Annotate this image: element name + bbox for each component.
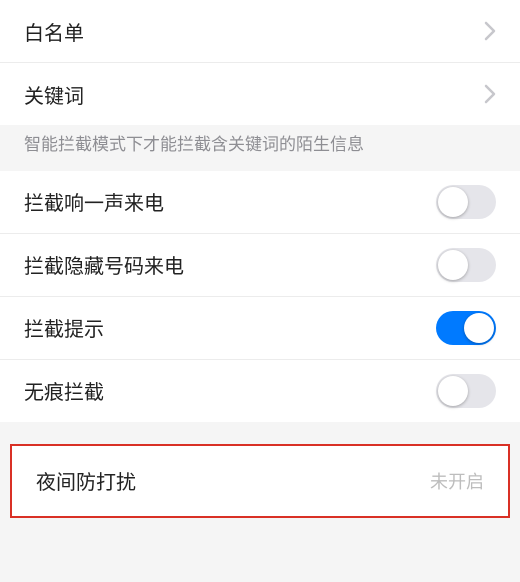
block-notify-row: 拦截提示	[0, 296, 520, 359]
keywords-label: 关键词	[24, 80, 84, 109]
ring-once-row: 拦截响一声来电	[0, 171, 520, 233]
highlight-box: 夜间防打扰 未开启	[10, 444, 510, 518]
night-dnd-row[interactable]: 夜间防打扰 未开启	[12, 446, 508, 516]
toggle-group: 拦截响一声来电 拦截隐藏号码来电 拦截提示 无痕拦截	[0, 171, 520, 422]
chevron-right-icon	[484, 21, 496, 41]
block-notify-toggle[interactable]	[436, 311, 496, 345]
night-dnd-value: 未开启	[430, 468, 484, 494]
nav-group: 白名单 关键词	[0, 0, 520, 125]
traceless-label: 无痕拦截	[24, 376, 104, 405]
night-dnd-label: 夜间防打扰	[36, 466, 136, 495]
whitelist-label: 白名单	[24, 17, 84, 46]
block-notify-label: 拦截提示	[24, 313, 104, 342]
traceless-row: 无痕拦截	[0, 359, 520, 422]
ring-once-label: 拦截响一声来电	[24, 187, 164, 216]
hidden-number-label: 拦截隐藏号码来电	[24, 250, 184, 279]
traceless-toggle[interactable]	[436, 374, 496, 408]
chevron-right-icon	[484, 84, 496, 104]
keywords-row[interactable]: 关键词	[0, 62, 520, 125]
ring-once-toggle[interactable]	[436, 185, 496, 219]
keywords-hint: 智能拦截模式下才能拦截含关键词的陌生信息	[0, 125, 520, 171]
hidden-number-toggle[interactable]	[436, 248, 496, 282]
whitelist-row[interactable]: 白名单	[0, 0, 520, 62]
hidden-number-row: 拦截隐藏号码来电	[0, 233, 520, 296]
